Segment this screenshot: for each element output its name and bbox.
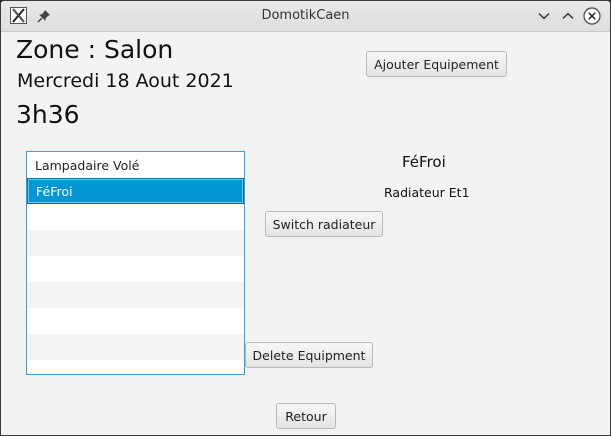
main-content: Zone : Salon Mercredi 18 Aout 2021 3h36 … bbox=[1, 32, 610, 435]
date-label: Mercredi 18 Aout 2021 bbox=[17, 70, 234, 92]
window-title: DomotikCaen bbox=[261, 8, 350, 23]
chevron-down-icon[interactable] bbox=[535, 7, 553, 25]
list-item-empty[interactable] bbox=[27, 334, 244, 360]
list-item-empty[interactable] bbox=[27, 230, 244, 256]
list-item-empty[interactable] bbox=[27, 256, 244, 282]
switch-radiator-button[interactable]: Switch radiateur bbox=[265, 211, 383, 237]
equipment-name: FéFroi bbox=[402, 153, 446, 171]
list-item-empty[interactable] bbox=[27, 360, 244, 374]
list-item-empty[interactable] bbox=[27, 308, 244, 334]
list-item[interactable]: Lampadaire Volé bbox=[27, 152, 244, 178]
close-icon[interactable] bbox=[583, 7, 601, 25]
chevron-up-icon[interactable] bbox=[559, 7, 577, 25]
list-item-empty[interactable] bbox=[27, 204, 244, 230]
equipment-list[interactable]: Lampadaire Volé FéFroi bbox=[26, 151, 245, 375]
title-bar[interactable]: DomotikCaen bbox=[1, 1, 610, 32]
zone-title: Zone : Salon bbox=[16, 35, 174, 64]
app-window: DomotikCaen Zone : Salon Mercredi 18 Aou… bbox=[0, 0, 611, 436]
list-item-selected[interactable]: FéFroi bbox=[27, 178, 244, 204]
list-item-empty[interactable] bbox=[27, 282, 244, 308]
add-equipment-button[interactable]: Ajouter Equipement bbox=[366, 51, 507, 77]
time-label: 3h36 bbox=[16, 100, 80, 129]
equipment-type: Radiateur Et1 bbox=[384, 185, 470, 200]
back-button[interactable]: Retour bbox=[276, 403, 336, 429]
delete-equipment-button[interactable]: Delete Equipment bbox=[245, 342, 373, 368]
